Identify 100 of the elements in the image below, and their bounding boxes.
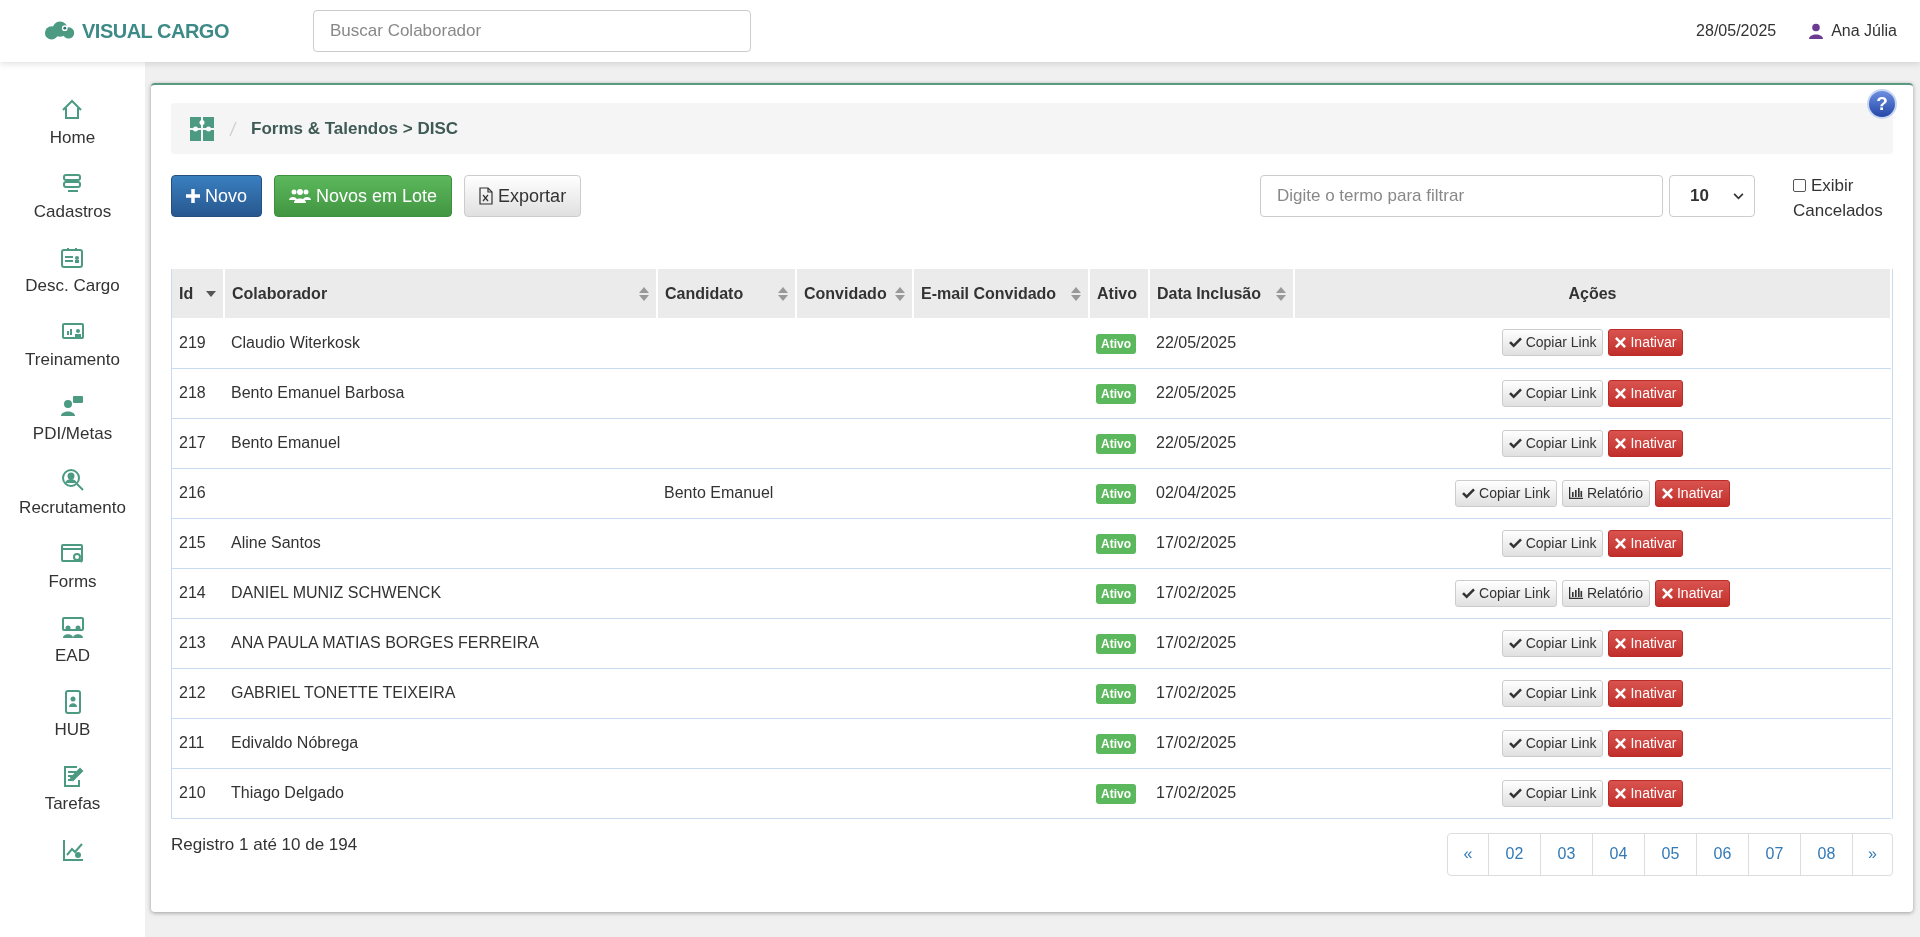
id-text: 216 [179, 484, 206, 501]
copy-link-button[interactable]: Copiar Link [1501, 679, 1604, 707]
sidebar-item[interactable]: Treinamento [25, 320, 120, 377]
sort-icon [778, 286, 788, 301]
deactivate-button[interactable]: Inativar [1608, 729, 1684, 757]
id-text: 211 [179, 734, 205, 751]
sidebar-item[interactable]: Forms [48, 542, 97, 599]
date-text: 17/02/2025 [1156, 534, 1237, 551]
copy-link-button[interactable]: Copiar Link [1501, 529, 1604, 557]
copy-link-button[interactable]: Copiar Link [1501, 329, 1604, 357]
filter-field[interactable]: Digite o termo para filtrar [1260, 175, 1663, 217]
sidebar-item[interactable]: Desc. Cargo [25, 246, 120, 303]
sidebar-item[interactable]: PDI/Metas [32, 394, 113, 451]
deactivate-button[interactable]: Inativar [1654, 479, 1730, 507]
page-link[interactable]: 02 [1488, 833, 1540, 875]
id-card-icon [60, 246, 85, 270]
search-field[interactable]: Buscar Colaborador [313, 10, 751, 52]
deactivate-button[interactable]: Inativar [1608, 629, 1684, 657]
id-text: 213 [179, 634, 206, 651]
status-badge: Ativo [1096, 684, 1136, 704]
date-text: 22/05/2025 [1156, 333, 1237, 351]
copy-link-button[interactable]: Copiar Link [1455, 579, 1557, 607]
deactivate-button[interactable]: Inativar [1654, 579, 1730, 607]
id-text: 210 [179, 784, 206, 801]
close-icon [1661, 487, 1673, 499]
close-icon [1615, 537, 1627, 549]
id-text: 218 [179, 384, 206, 401]
status-badge: Ativo [1096, 584, 1136, 604]
sort-icon [1276, 286, 1286, 301]
employee-name: Edivaldo Nóbrega [231, 734, 359, 751]
deactivate-button[interactable]: Inativar [1608, 379, 1684, 407]
chat-user-icon [60, 394, 85, 418]
column-header[interactable]: Data Inclusão [1149, 269, 1294, 318]
copy-link-button[interactable]: Copiar Link [1501, 629, 1604, 657]
column-header[interactable]: Candidato [657, 269, 796, 318]
checkbox[interactable] [1793, 179, 1806, 192]
check-icon [1508, 737, 1522, 749]
page-link[interactable]: 06 [1696, 833, 1748, 875]
date-text: 17/02/2025 [1156, 784, 1237, 801]
page-link[interactable]: » [1852, 833, 1892, 875]
sidebar-item[interactable]: Recrutamento [19, 468, 126, 525]
deactivate-button[interactable]: Inativar [1608, 329, 1684, 357]
id-text: 214 [179, 584, 206, 601]
sort-desc-icon [206, 290, 216, 297]
breadcrumb-text: Forms & Talendos > DISC [251, 117, 459, 140]
close-icon [1615, 637, 1627, 649]
plus-icon [186, 189, 200, 203]
chevron-down-icon [1733, 192, 1744, 200]
column-header[interactable]: Colaborador [224, 269, 657, 318]
column-header[interactable]: Convidado [796, 269, 913, 318]
users-icon [289, 188, 312, 204]
page-link[interactable]: « [1448, 833, 1488, 875]
page-link[interactable]: 08 [1800, 833, 1852, 875]
check-icon [1462, 587, 1476, 599]
check-icon [1508, 437, 1522, 449]
sidebar-item[interactable]: Tarefas [44, 764, 101, 821]
date-text: 02/04/2025 [1156, 484, 1237, 501]
sidebar-item[interactable]: Cadastros [33, 172, 112, 229]
employee-name: GABRIEL TONETTE TEIXEIRA [231, 684, 456, 701]
column-header[interactable]: Id [172, 269, 224, 318]
deactivate-button[interactable]: Inativar [1608, 679, 1684, 707]
deactivate-button[interactable]: Inativar [1608, 529, 1684, 557]
sidebar-item[interactable]: HUB [54, 690, 91, 747]
copy-link-button[interactable]: Copiar Link [1455, 479, 1557, 507]
copy-link-button[interactable]: Copiar Link [1501, 729, 1604, 757]
bar-chart-icon [1568, 487, 1583, 499]
deactivate-button[interactable]: Inativar [1608, 779, 1684, 807]
report-button[interactable]: Relatório [1561, 479, 1650, 507]
page-link[interactable]: 07 [1748, 833, 1800, 875]
checkbox-label[interactable]: Exibir Cancelados [1793, 173, 1893, 223]
separator-icon [229, 120, 237, 137]
user-name[interactable]: Ana Júlia [1831, 19, 1897, 43]
check-icon [1462, 487, 1476, 499]
check-icon [1508, 687, 1522, 699]
copy-link-button[interactable]: Copiar Link [1501, 429, 1604, 457]
status-badge: Ativo [1096, 484, 1136, 504]
status-badge: Ativo [1096, 534, 1136, 554]
copy-link-button[interactable]: Copiar Link [1501, 379, 1604, 407]
page-size-select[interactable]: 10 [1669, 175, 1755, 217]
column-header: Ativo [1089, 269, 1149, 318]
copy-link-button[interactable]: Copiar Link [1501, 779, 1604, 807]
date-text: 17/02/2025 [1156, 684, 1237, 701]
column-header[interactable]: E-mail Convidado [913, 269, 1089, 318]
page-link[interactable]: 03 [1540, 833, 1592, 875]
date-text: 28/05/2025 [1696, 21, 1777, 41]
page-link[interactable]: 04 [1592, 833, 1644, 875]
deactivate-button[interactable]: Inativar [1608, 429, 1684, 457]
new-button[interactable]: Novo [171, 175, 263, 217]
status-badge: Ativo [1096, 384, 1136, 404]
user-icon [1809, 23, 1824, 39]
id-text: 217 [179, 434, 206, 451]
classroom-icon [60, 616, 85, 640]
export-button[interactable]: Exportar [464, 175, 582, 217]
help-button[interactable]: ? [1867, 89, 1897, 119]
report-button[interactable]: Relatório [1561, 579, 1650, 607]
sidebar-item[interactable]: EAD [55, 616, 90, 673]
page-link[interactable]: 05 [1644, 833, 1696, 875]
close-icon [1615, 737, 1627, 749]
sidebar-item[interactable]: Home [49, 98, 96, 155]
employee-name: Thiago Delgado [231, 784, 344, 801]
